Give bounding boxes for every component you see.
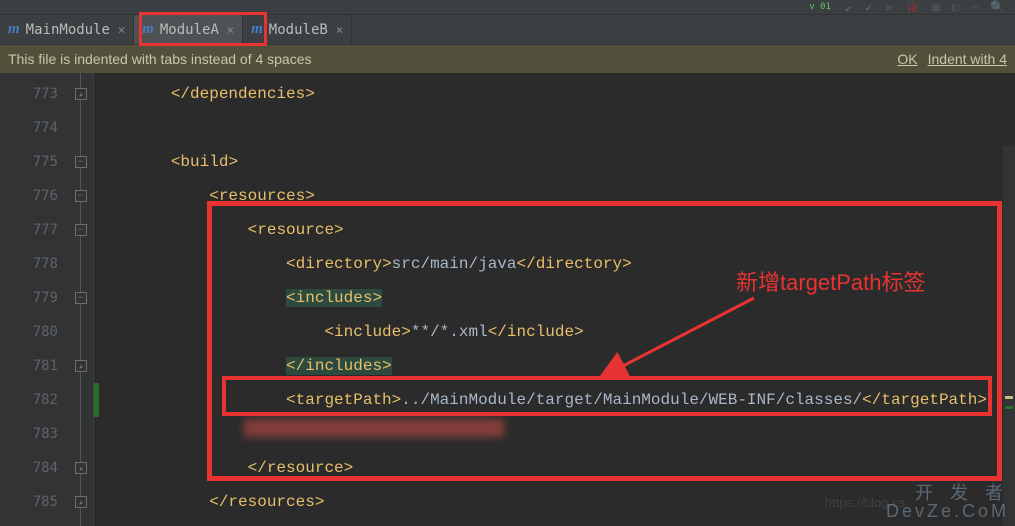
editor-tabs: m MainModule × m ModuleA × m ModuleB ×	[0, 15, 1015, 45]
line-number: 777	[0, 213, 68, 247]
fold-cell[interactable]: −	[68, 179, 93, 213]
code-editor[interactable]: 773774775776777778779780781782783784785 …	[0, 73, 1015, 526]
line-number: 778	[0, 247, 68, 281]
search-icon[interactable]: 🔍	[990, 0, 1005, 14]
fold-cell	[68, 417, 93, 451]
fold-close-icon[interactable]: ▾	[75, 496, 87, 508]
fold-close-icon[interactable]: ▾	[75, 360, 87, 372]
fold-close-icon[interactable]: ▾	[75, 462, 87, 474]
code-line: </dependencies>	[94, 77, 1015, 111]
code-line: <resource>	[94, 213, 1015, 247]
tab-mainmodule[interactable]: m MainModule ×	[0, 15, 134, 44]
fold-cell[interactable]: ▾	[68, 349, 93, 383]
banner-indent-link[interactable]: Indent with 4	[928, 51, 1007, 67]
stop-icon[interactable]: ■	[932, 0, 939, 14]
tab-moduleb[interactable]: m ModuleB ×	[243, 15, 352, 44]
editor-marker-strip[interactable]	[1003, 146, 1015, 526]
fold-cell[interactable]: ▾	[68, 77, 93, 111]
fold-cell	[68, 383, 93, 417]
tab-label: MainModule	[26, 22, 110, 38]
code-line: </includes>	[94, 349, 1015, 383]
code-line: </resource>	[94, 451, 1015, 485]
branch-icon[interactable]: ↙	[845, 1, 852, 14]
fold-open-icon[interactable]: −	[75, 224, 87, 236]
line-number: 773	[0, 77, 68, 111]
top-toolbar: v 01 ↙ ✓ ▶ 🐞 ■ ◧ ⋯ 🔍	[0, 0, 1015, 15]
code-line: <resources>	[94, 179, 1015, 213]
line-number: 776	[0, 179, 68, 213]
maven-file-icon: m	[251, 21, 263, 38]
fold-cell[interactable]: −	[68, 213, 93, 247]
line-number: 784	[0, 451, 68, 485]
code-line: <include>**/*.xml</include>	[94, 315, 1015, 349]
toolbar-icons: ▶ 🐞 ■ ◧ ⋯ 🔍	[886, 0, 1005, 14]
fold-cell[interactable]: ▾	[68, 451, 93, 485]
code-line	[94, 111, 1015, 145]
more-icon[interactable]: ⋯	[971, 0, 978, 14]
line-number: 774	[0, 111, 68, 145]
fold-open-icon[interactable]: −	[75, 292, 87, 304]
fold-cell	[68, 247, 93, 281]
code-area[interactable]: </dependencies> <build> <resources> <res…	[94, 73, 1015, 526]
change-marker	[94, 383, 99, 417]
fold-cell[interactable]: ▾	[68, 485, 93, 519]
fold-open-icon[interactable]: −	[75, 156, 87, 168]
line-number-gutter: 773774775776777778779780781782783784785	[0, 73, 68, 526]
line-number: 779	[0, 281, 68, 315]
notification-banner: This file is indented with tabs instead …	[0, 45, 1015, 73]
banner-ok-link[interactable]: OK	[897, 51, 917, 67]
profile-icon[interactable]: ◧	[952, 0, 959, 14]
watermark-line1: 开 发 者	[886, 484, 1009, 502]
close-icon[interactable]: ×	[336, 23, 343, 37]
fold-gutter: ▾ − − − − ▾ ▾ ▾	[68, 73, 94, 526]
redacted-region	[244, 419, 504, 437]
fold-cell[interactable]: −	[68, 145, 93, 179]
fold-cell[interactable]: −	[68, 281, 93, 315]
code-line: <build>	[94, 145, 1015, 179]
code-line	[94, 417, 1015, 451]
sync-icon[interactable]: ✓	[866, 1, 873, 14]
tab-modulea[interactable]: m ModuleA ×	[134, 15, 243, 44]
code-line: <targetPath>../MainModule/target/MainMod…	[94, 383, 1015, 417]
line-number: 780	[0, 315, 68, 349]
fold-close-icon[interactable]: ▾	[75, 88, 87, 100]
line-number: 785	[0, 485, 68, 519]
run-icon[interactable]: ▶	[886, 0, 893, 14]
maven-file-icon: m	[8, 21, 20, 38]
watermark-line2: DevZe.CoM	[886, 502, 1009, 520]
banner-message: This file is indented with tabs instead …	[8, 51, 312, 67]
close-icon[interactable]: ×	[227, 23, 234, 37]
tab-label: ModuleB	[269, 22, 328, 38]
close-icon[interactable]: ×	[118, 23, 125, 37]
tab-label: ModuleA	[160, 22, 219, 38]
annotation-label: 新增targetPath标签	[736, 265, 926, 297]
line-number: 782	[0, 383, 68, 417]
watermark-devze: 开 发 者 DevZe.CoM	[886, 484, 1009, 520]
maven-file-icon: m	[142, 21, 154, 38]
line-number: 783	[0, 417, 68, 451]
fold-open-icon[interactable]: −	[75, 190, 87, 202]
line-number: 781	[0, 349, 68, 383]
debug-icon[interactable]: 🐞	[905, 0, 920, 14]
vcs-version: v 01	[809, 2, 831, 12]
fold-cell	[68, 111, 93, 145]
line-number: 775	[0, 145, 68, 179]
fold-cell	[68, 315, 93, 349]
